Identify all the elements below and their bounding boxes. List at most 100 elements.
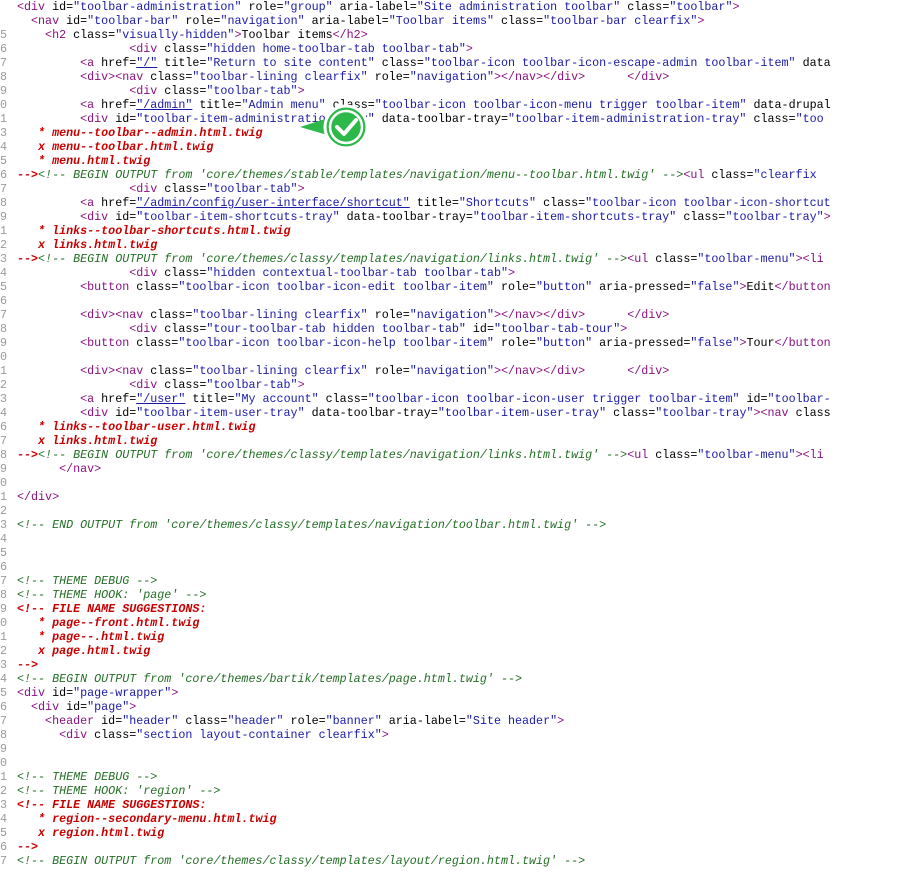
code-line: 9 <div id="toolbar-item-shortcuts-tray" … xyxy=(0,210,911,224)
line-number: 7 xyxy=(0,854,8,868)
line-text: <button class="toolbar-icon toolbar-icon… xyxy=(17,280,831,294)
code-token: id= xyxy=(52,686,74,700)
code-token: href= xyxy=(101,98,137,112)
line-text: <a href="/" title="Return to site conten… xyxy=(17,56,831,70)
code-token: x links.html.twig xyxy=(17,434,158,448)
code-token: "toolbar-lining clearfix" xyxy=(192,70,368,84)
line-number: 9 xyxy=(0,210,8,224)
code-token: data-toolbar-tray= xyxy=(374,112,508,126)
code-token: class= xyxy=(164,182,207,196)
code-line: 8 <div><nav class="toolbar-lining clearf… xyxy=(0,70,911,84)
code-token: --> xyxy=(17,840,39,854)
code-line: 6 <div class="hidden home-toolbar-tab to… xyxy=(0,42,911,56)
line-number: 4 xyxy=(0,532,8,546)
code-token: class= xyxy=(150,308,193,322)
code-token: <!-- THEME DEBUG --> xyxy=(17,574,158,588)
code-token: * page--front.html.twig xyxy=(17,616,200,630)
code-token: ></nav></div> xyxy=(493,364,586,378)
code-token: --> xyxy=(17,448,39,462)
code-token: "navigation" xyxy=(409,364,494,378)
line-number: 4 xyxy=(0,406,8,420)
code-token: class= xyxy=(606,406,656,420)
code-token: > xyxy=(381,728,389,742)
line-text: <div><nav class="toolbar-lining clearfix… xyxy=(17,364,669,378)
code-link[interactable]: "/admin/config/user-interface/shortcut" xyxy=(136,196,410,210)
code-token: "false" xyxy=(690,336,740,350)
code-token: <div xyxy=(17,0,53,14)
line-text: <!-- THEME HOOK: 'page' --> xyxy=(17,588,206,602)
code-token: "banner" xyxy=(325,714,382,728)
code-token: "false" xyxy=(690,280,740,294)
code-token: href= xyxy=(101,196,137,210)
code-token: > xyxy=(823,210,831,224)
line-number: 8 xyxy=(0,448,8,462)
code-token: x page.html.twig xyxy=(17,644,151,658)
code-token: class= xyxy=(374,56,424,70)
line-number: 5 xyxy=(0,154,8,168)
code-token: > xyxy=(297,84,305,98)
code-token: "page" xyxy=(87,700,130,714)
code-token: <div xyxy=(17,686,53,700)
line-text: --> xyxy=(17,840,38,854)
line-number: 4 xyxy=(0,812,8,826)
line-number: 0 xyxy=(0,756,8,770)
code-line: 1 * page--.html.twig xyxy=(0,630,911,644)
code-token: ><li xyxy=(795,448,824,462)
code-token: <div><nav xyxy=(17,70,151,84)
code-token: Edit xyxy=(746,280,775,294)
line-number: 1 xyxy=(0,364,8,378)
code-token: "hidden home-toolbar-tab toolbar-tab" xyxy=(206,42,466,56)
code-token: <!-- END OUTPUT from 'core/themes/classy… xyxy=(17,518,607,532)
code-token: data xyxy=(795,56,831,70)
code-token: data-toolbar-tray= xyxy=(339,210,473,224)
code-line: 9 <div class="toolbar-tab"> xyxy=(0,84,911,98)
code-token: <!-- BEGIN OUTPUT from 'core/themes/bart… xyxy=(17,672,522,686)
code-token: Toolbar items xyxy=(241,28,333,42)
line-number: 2 xyxy=(0,378,8,392)
code-token: "toolbar-item-shortcuts-tray" xyxy=(472,210,677,224)
code-token: "Shortcuts" xyxy=(458,196,537,210)
line-number: 9 xyxy=(0,602,8,616)
code-token: "toolbar" xyxy=(669,0,733,14)
code-link[interactable]: "/" xyxy=(136,56,157,70)
code-line: 1 * links--toolbar-shortcuts.html.twig xyxy=(0,224,911,238)
code-token: --> xyxy=(17,658,39,672)
code-token: x menu--toolbar.html.twig xyxy=(17,140,214,154)
code-token: "Site administration toolbar" xyxy=(416,0,621,14)
code-token: "toolbar-item-user-tray" xyxy=(136,406,305,420)
code-token: <!-- BEGIN OUTPUT from 'core/themes/clas… xyxy=(38,448,628,462)
code-link[interactable]: "/user" xyxy=(136,392,185,406)
code-token: class= xyxy=(164,322,207,336)
line-number: 2 xyxy=(0,504,8,518)
line-text: <div id="page-wrapper"> xyxy=(17,686,178,700)
line-number: 1 xyxy=(0,770,8,784)
code-token: <div xyxy=(17,700,67,714)
code-token: id= xyxy=(465,322,494,336)
code-token: "Toolbar items" xyxy=(388,14,494,28)
line-number: 1 xyxy=(0,630,8,644)
code-line: 7 <!-- THEME DEBUG --> xyxy=(0,574,911,588)
code-token: <div xyxy=(17,84,165,98)
code-token: id= xyxy=(115,112,137,126)
line-text: <a href="/admin/config/user-interface/sh… xyxy=(17,196,831,210)
line-text: --> xyxy=(17,658,38,672)
code-line: 1 <div id= "toolbar-item-administration-t… xyxy=(0,112,911,126)
code-token: role= xyxy=(367,308,410,322)
code-token: > xyxy=(129,700,137,714)
code-token: > xyxy=(297,378,305,392)
code-token: "toolbar-administration" xyxy=(73,0,242,14)
code-token: <div xyxy=(17,378,165,392)
code-token: role= xyxy=(241,0,284,14)
code-token: <button xyxy=(17,336,137,350)
line-text: * page--.html.twig xyxy=(17,630,164,644)
code-token: "header" xyxy=(122,714,179,728)
code-link[interactable]: "/admin" xyxy=(136,98,192,112)
line-number: 7 xyxy=(0,308,8,322)
line-text: <!-- THEME HOOK: 'region' --> xyxy=(17,784,220,798)
code-token: <a xyxy=(17,392,102,406)
line-number: 4 xyxy=(0,672,8,686)
line-text: <!-- THEME DEBUG --> xyxy=(17,770,157,784)
code-token: id= xyxy=(115,210,137,224)
line-text: x links.html.twig xyxy=(17,434,157,448)
line-number: 8 xyxy=(0,70,8,84)
